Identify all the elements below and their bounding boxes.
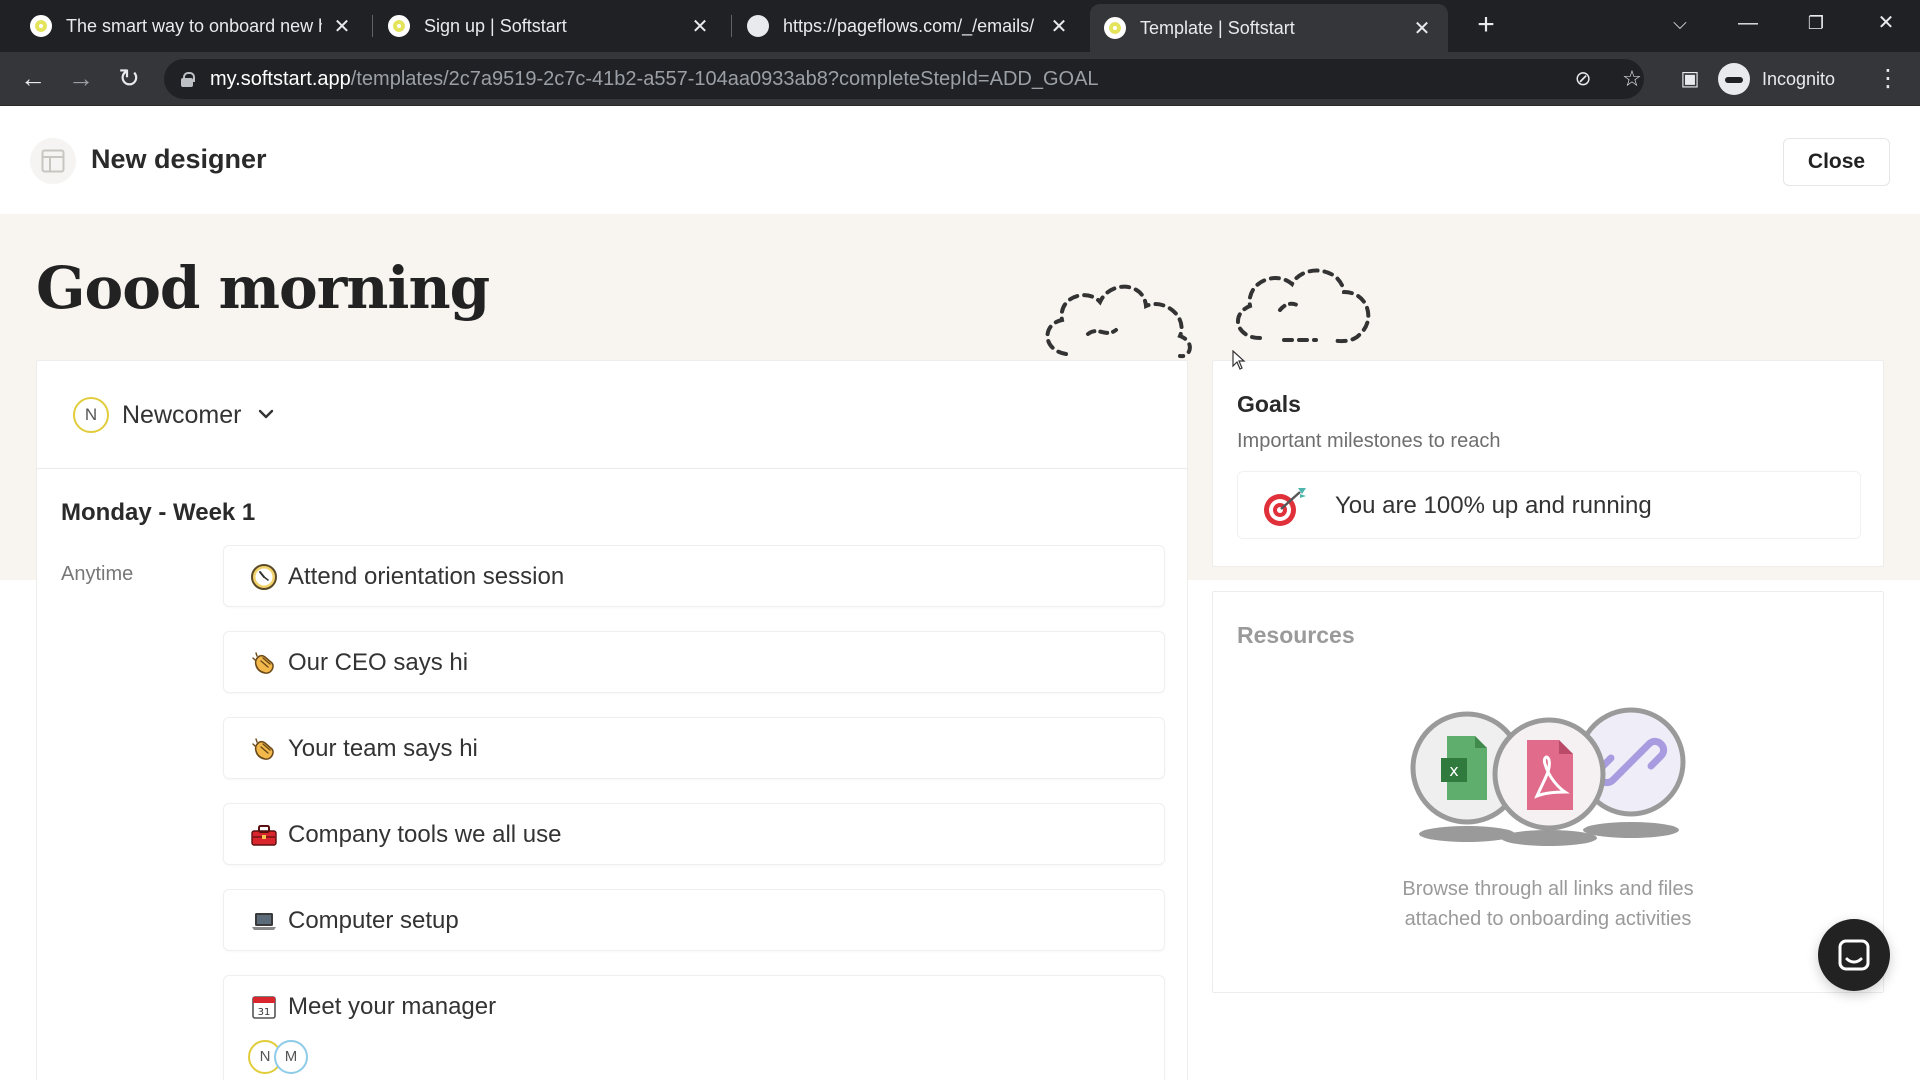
bookmark-star-icon[interactable]: ☆ (1614, 59, 1650, 99)
tab-close-icon[interactable]: ✕ (1047, 14, 1071, 39)
restore-icon[interactable]: ❐ (1786, 0, 1846, 52)
new-tab-button[interactable]: + (1468, 8, 1504, 44)
task-label: Computer setup (288, 907, 459, 934)
task-label: Attend orientation session (288, 563, 565, 590)
url-host: my.softstart.app (210, 67, 351, 90)
browser-tab[interactable]: Sign up | Softstart ✕ (374, 0, 726, 52)
reload-button[interactable]: ↻ (110, 60, 148, 98)
goals-title: Goals (1237, 391, 1301, 417)
spreadsheet-icon: x (1441, 736, 1487, 800)
resources-illustration: x (1410, 707, 1686, 846)
browser-tab[interactable]: The smart way to onboard new h ✕ (16, 0, 368, 52)
browser-tab-active[interactable]: Template | Softstart ✕ (1090, 4, 1448, 52)
tab-close-icon[interactable]: ✕ (688, 14, 712, 39)
assignee-avatar[interactable]: M (274, 1040, 308, 1074)
browser-tab-bar: The smart way to onboard new h ✕ Sign up… (0, 0, 1920, 52)
forward-button[interactable]: → (62, 60, 100, 98)
back-button[interactable]: ← (14, 60, 52, 98)
template-layout-icon (30, 138, 76, 184)
resources-desc-line: Browse through all links and files (1402, 878, 1694, 900)
resources-description: Browse through all links and files attac… (1213, 874, 1883, 934)
close-button[interactable]: Close (1783, 138, 1890, 186)
task-item[interactable]: Computer setup (223, 889, 1165, 951)
chevron-down-icon[interactable] (255, 403, 277, 425)
goal-item[interactable]: You are 100% up and running (1237, 471, 1861, 539)
app-header: New designer Close (0, 106, 1920, 214)
role-avatar[interactable]: N (73, 397, 109, 433)
mouse-cursor-icon (1232, 350, 1246, 370)
task-label: Your team says hi (288, 735, 478, 762)
softstart-icon (30, 15, 52, 37)
window-close-icon[interactable]: ✕ (1856, 0, 1916, 52)
task-item[interactable]: Attend orientation session (223, 545, 1165, 607)
pdf-icon (1527, 740, 1573, 810)
globe-icon (747, 15, 769, 37)
tab-separator (731, 15, 732, 37)
svg-text:31: 31 (258, 1007, 271, 1018)
onboarding-schedule-card: N Newcomer Monday - Week 1 Anytime Atten… (36, 360, 1188, 1080)
browser-toolbar: ← → ↻ my.softstart.app/templates/2c7a951… (0, 52, 1920, 106)
url-path: /templates/2c7a9519-2c7c-41b2-a557-104aa… (350, 67, 1099, 90)
side-panel-icon[interactable]: ▣ (1672, 59, 1708, 99)
role-dropdown[interactable]: Newcomer (122, 401, 241, 430)
goals-card: Goals Important milestones to reach You … (1212, 360, 1884, 567)
resources-card: Resources x Browse through all links and… (1212, 591, 1884, 993)
incognito-profile[interactable]: Incognito (1718, 62, 1835, 96)
goals-subtitle: Important milestones to reach (1237, 430, 1501, 452)
task-label: Our CEO says hi (288, 649, 469, 676)
clock-icon (251, 564, 277, 590)
resources-desc-line: attached to onboarding activities (1404, 908, 1692, 930)
incognito-icon (1718, 63, 1750, 95)
day-title: Monday - Week 1 (61, 499, 256, 526)
greeting-heading: Good morning (36, 254, 490, 322)
browser-tab[interactable]: https://pageflows.com/_/emails/ ✕ (733, 0, 1085, 52)
goal-text: You are 100% up and running (1335, 492, 1652, 519)
laptop-icon (252, 913, 276, 930)
profile-label: Incognito (1762, 68, 1836, 89)
minimize-icon[interactable]: — (1718, 0, 1778, 52)
clapping-hands-icon (252, 738, 274, 760)
lock-icon[interactable] (180, 71, 195, 87)
role-selector-row: N Newcomer (37, 361, 1187, 469)
softstart-icon (388, 15, 410, 37)
task-item[interactable]: 31 Meet your manager N M (223, 975, 1165, 1080)
task-item[interactable]: Our CEO says hi (223, 631, 1165, 693)
tab-title: The smart way to onboard new h (66, 15, 322, 36)
eye-off-icon[interactable]: ⊘ (1565, 59, 1601, 99)
clapping-hands-icon (252, 652, 274, 674)
resources-title: Resources (1237, 622, 1355, 648)
tab-search-icon[interactable]: ⌵ (1650, 0, 1710, 52)
tab-close-icon[interactable]: ✕ (1410, 16, 1434, 41)
task-label: Meet your manager (288, 993, 497, 1020)
clouds-illustration (1045, 268, 1371, 359)
time-slot-label: Anytime (61, 563, 134, 585)
task-item[interactable]: Your team says hi (223, 717, 1165, 779)
chat-launcher-button[interactable] (1818, 919, 1890, 991)
target-dart-icon (1264, 488, 1306, 526)
address-bar[interactable]: my.softstart.app/templates/2c7a9519-2c7c… (164, 59, 1644, 99)
page-title: New designer (91, 144, 267, 174)
task-item[interactable]: Company tools we all use (223, 803, 1165, 865)
chat-icon (1838, 939, 1870, 971)
svg-text:x: x (1449, 761, 1458, 780)
toolbox-icon (251, 825, 277, 846)
tab-close-icon[interactable]: ✕ (330, 14, 354, 39)
calendar-icon: 31 (252, 996, 276, 1019)
tab-title: Sign up | Softstart (424, 15, 567, 36)
app-window: New designer Close Good morning N Newcom… (0, 106, 1920, 1080)
softstart-icon (1104, 17, 1126, 39)
task-label: Company tools we all use (288, 821, 562, 848)
tab-title: https://pageflows.com/_/emails/ (783, 15, 1035, 36)
tab-title: Template | Softstart (1140, 17, 1295, 38)
tab-separator (372, 15, 373, 37)
browser-menu-icon[interactable]: ⋮ (1870, 60, 1906, 98)
